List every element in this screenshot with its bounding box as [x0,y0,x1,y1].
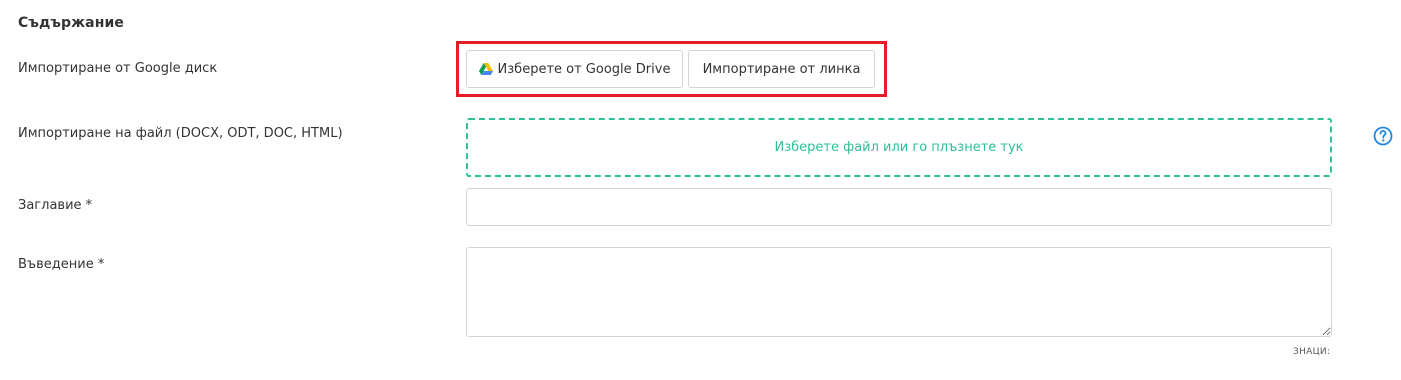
character-counter: ЗНАЦИ: [1293,347,1331,357]
file-import-label: Импортиране на файл (DOCX, ODT, DOC, HTM… [18,126,343,141]
import-from-link-button[interactable]: Импортиране от линка [688,50,875,88]
introduction-label: Въведение * [18,257,105,272]
file-dropzone[interactable]: Изберете файл или го плъзнете тук [466,118,1332,177]
import-from-link-label: Импортиране от линка [702,61,861,77]
title-label: Заглавие * [18,198,93,213]
choose-from-google-drive-label: Изберете от Google Drive [497,61,671,77]
section-title: Съдържание [18,15,124,31]
google-drive-icon [478,63,493,75]
introduction-textarea[interactable] [466,247,1332,337]
dropzone-text: Изберете файл или го плъзнете тук [774,140,1024,155]
google-drive-import-label: Импортиране от Google диск [18,61,218,76]
choose-from-google-drive-button[interactable]: Изберете от Google Drive [466,50,683,88]
help-icon[interactable] [1373,126,1393,146]
title-input[interactable] [466,188,1332,226]
